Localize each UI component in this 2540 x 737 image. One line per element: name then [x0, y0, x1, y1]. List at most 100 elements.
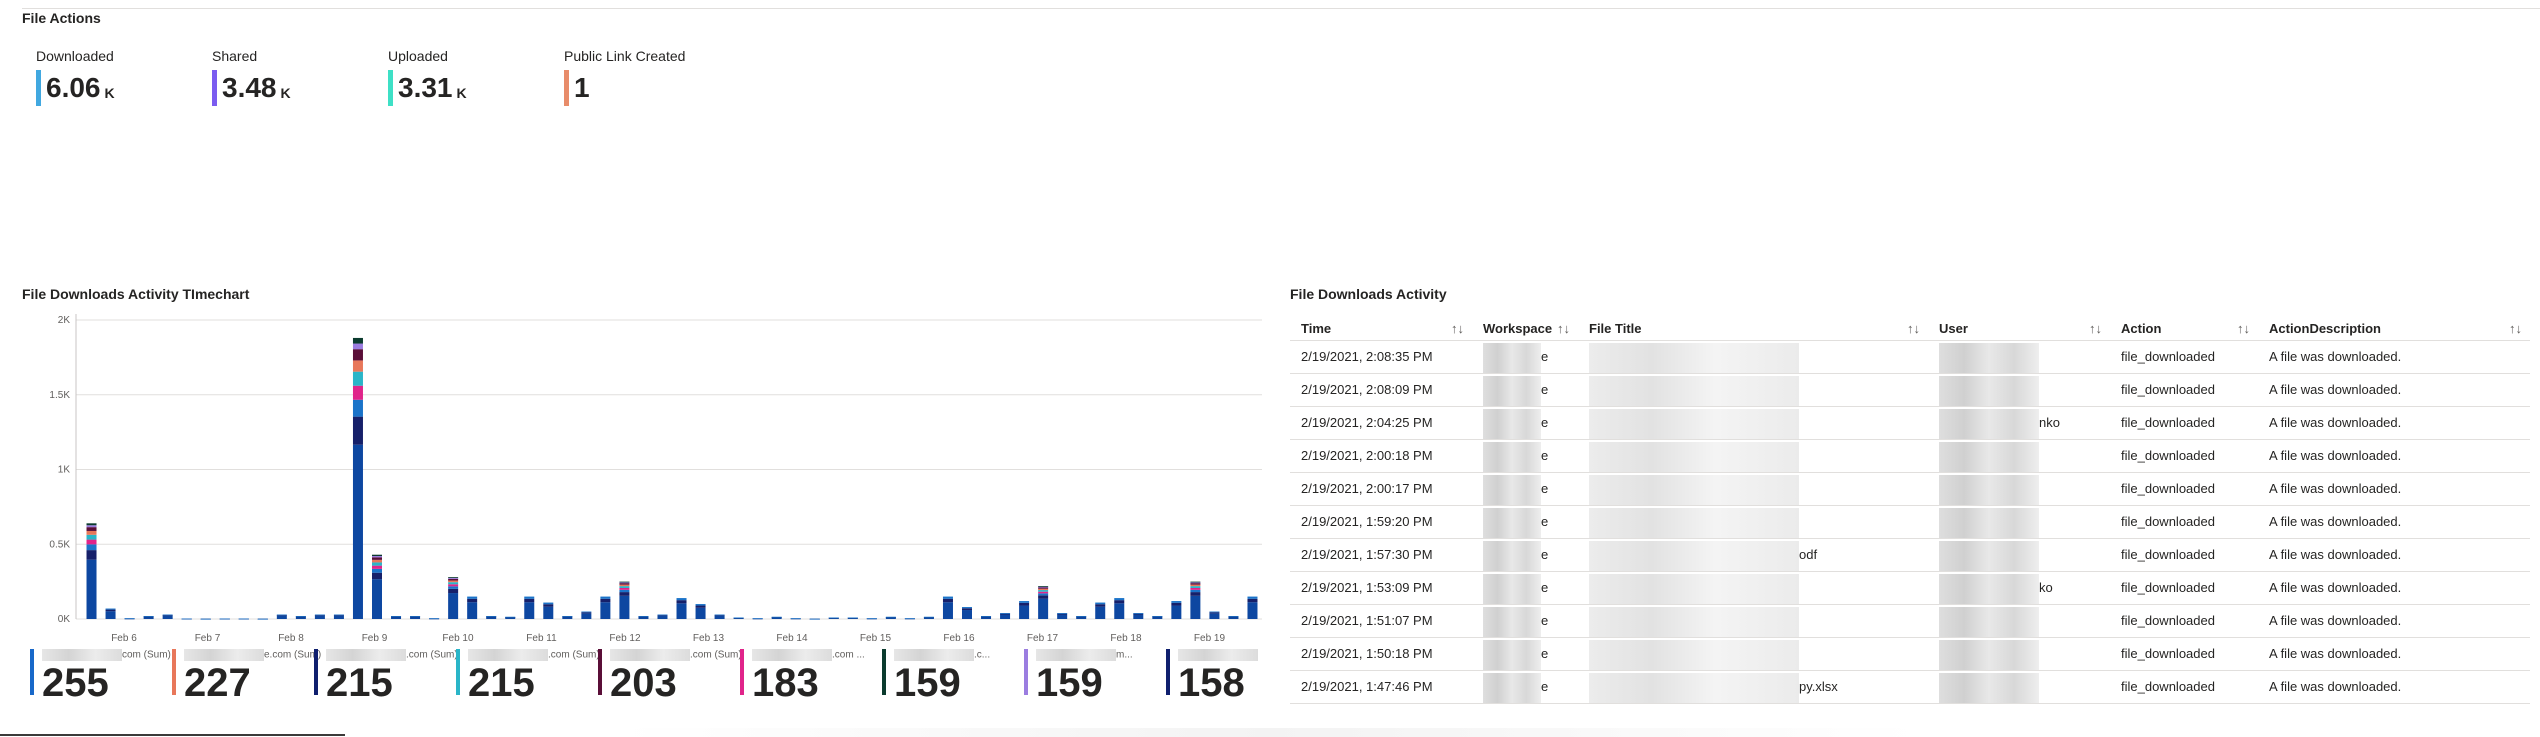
- bar-segment: [181, 618, 192, 620]
- column-header-label: Action: [2121, 320, 2162, 336]
- bar-segment: [619, 595, 630, 619]
- workspace-visible-text: e: [1541, 580, 1549, 595]
- bar-segment: [448, 586, 459, 589]
- bar-segment: [448, 582, 459, 585]
- bar-segment: [86, 550, 97, 560]
- table-row[interactable]: 2/19/2021, 2:00:18 PM e file_downloaded A f…: [1290, 440, 2530, 473]
- sort-icon[interactable]: ↑↓: [2089, 321, 2102, 336]
- sort-icon[interactable]: ↑↓: [2237, 321, 2250, 336]
- column-header[interactable]: Time ↑↓: [1290, 321, 1472, 336]
- table-row[interactable]: 2/19/2021, 1:47:46 PM e py.xlsx file_downlo…: [1290, 671, 2530, 704]
- sort-icon[interactable]: ↑↓: [1557, 321, 1570, 336]
- legend-item[interactable]: 158: [1158, 645, 1262, 705]
- bar-segment: [1057, 613, 1068, 614]
- bar-segment: [619, 582, 630, 584]
- bar-segment: [333, 614, 344, 616]
- bar-segment: [1190, 592, 1201, 596]
- kpi-card: Uploaded 3.31 K: [388, 48, 467, 106]
- redaction-mask: [1589, 474, 1799, 505]
- table-row[interactable]: 2/19/2021, 2:08:09 PM e file_downloaded A f…: [1290, 374, 2530, 407]
- sort-icon[interactable]: ↑↓: [1451, 321, 1464, 336]
- bar-segment: [162, 614, 173, 616]
- legend-item[interactable]: .c... 159: [874, 645, 1014, 705]
- bar-segment: [619, 589, 630, 593]
- kpi-unit: K: [456, 85, 467, 101]
- table-row[interactable]: 2/19/2021, 1:50:18 PM e file_downloaded A f…: [1290, 638, 2530, 671]
- legend-color-bar: [740, 649, 744, 695]
- cell-action: file_downloaded: [2121, 448, 2215, 463]
- table-row[interactable]: 2/19/2021, 1:57:30 PM e odf file_downloaded…: [1290, 539, 2530, 572]
- column-header[interactable]: File Title ↑↓: [1578, 321, 1928, 336]
- sort-icon[interactable]: ↑↓: [2509, 321, 2522, 336]
- x-tick-label: Feb 9: [362, 633, 388, 644]
- bar-segment: [619, 581, 630, 583]
- workspace-visible-text: e: [1541, 448, 1549, 463]
- bar-segment: [600, 596, 611, 599]
- redaction-mask: [1589, 672, 1799, 703]
- bar-segment: [962, 608, 972, 611]
- legend-item[interactable]: .com ... 183: [732, 645, 872, 705]
- timechart-legend: com (Sum) 255 e.com (Sum) 227 .com (Sum) 215.…: [22, 645, 1262, 705]
- bar-segment: [276, 615, 287, 619]
- sort-icon[interactable]: ↑↓: [1907, 321, 1920, 336]
- x-tick-label: Feb 16: [943, 633, 975, 644]
- bar-segment: [448, 578, 459, 581]
- cell-action-description: A file was downloaded.: [2269, 613, 2402, 628]
- bar-segment: [619, 584, 630, 587]
- cell-action-description: A file was downloaded.: [2269, 481, 2402, 496]
- bar-segment: [1038, 591, 1049, 594]
- workspace-visible-text: e: [1541, 679, 1549, 694]
- column-header[interactable]: Action ↑↓: [2110, 321, 2258, 336]
- redaction-mask: [1483, 375, 1541, 406]
- cell-file-title: [1578, 473, 1928, 505]
- cell-user: [1928, 638, 2110, 670]
- bar-segment: [105, 611, 116, 619]
- bar-segment: [86, 559, 97, 619]
- cell-action: file_downloaded: [2121, 382, 2215, 397]
- table-row[interactable]: 2/19/2021, 2:08:35 PM e file_downloaded A f…: [1290, 341, 2530, 374]
- bar-segment: [467, 602, 478, 619]
- table-row[interactable]: 2/19/2021, 1:53:09 PM e ko file_downloaded A…: [1290, 572, 2530, 605]
- bar-segment: [352, 360, 363, 372]
- cell-action: file_downloaded: [2121, 613, 2215, 628]
- bar-segment: [1019, 605, 1030, 619]
- legend-item[interactable]: m... 159: [1016, 645, 1156, 705]
- table-row[interactable]: 2/19/2021, 2:00:17 PM e file_downloaded A f…: [1290, 473, 2530, 506]
- bar-segment: [1133, 613, 1144, 614]
- column-header[interactable]: User ↑↓: [1928, 321, 2110, 336]
- table-row[interactable]: 2/19/2021, 2:04:25 PM e nko file_downloaded…: [1290, 407, 2530, 440]
- table-row[interactable]: 2/19/2021, 1:59:20 PM e file_downloaded A f…: [1290, 506, 2530, 539]
- redaction-mask: [1589, 408, 1799, 439]
- bar-segment: [105, 609, 116, 612]
- cell-user: [1928, 341, 2110, 373]
- redaction-mask: [1483, 606, 1541, 637]
- legend-series-name: .com (Sum): [610, 649, 742, 661]
- table-row[interactable]: 2/19/2021, 1:51:07 PM e file_downloaded A f…: [1290, 605, 2530, 638]
- timechart-plot[interactable]: 0K 0.5K 1K 1.5K 2K Feb 6 Feb 7 Feb 8 Feb 9 Feb 10…: [22, 306, 1262, 646]
- cell-file-title: [1578, 374, 1928, 406]
- column-header[interactable]: Workspace ↑↓: [1472, 321, 1578, 336]
- downloads-table: Time ↑↓ Workspace ↑↓ File Title ↑↓ User ↑↓ Actio…: [1290, 316, 2530, 704]
- bar-segment: [105, 608, 116, 610]
- legend-item[interactable]: com (Sum) 255: [22, 645, 171, 705]
- bar-segment: [695, 605, 706, 608]
- cell-time: 2/19/2021, 2:08:09 PM: [1301, 382, 1433, 397]
- bar-segment: [238, 618, 249, 620]
- legend-item[interactable]: e.com (Sum) 227: [164, 645, 321, 705]
- legend-item[interactable]: .com (Sum) 215: [448, 645, 600, 705]
- timechart-title: File Downloads Activity TImechart: [22, 286, 250, 302]
- bar-segment: [372, 572, 382, 580]
- column-header[interactable]: ActionDescription ↑↓: [2258, 321, 2530, 336]
- legend-item[interactable]: .com (Sum) 203: [590, 645, 742, 705]
- cell-file-title: odf: [1578, 539, 1928, 571]
- legend-item[interactable]: .com (Sum) 215: [306, 645, 458, 705]
- cell-workspace: e: [1472, 341, 1578, 373]
- legend-value: 215: [468, 661, 535, 705]
- bar-segment: [676, 600, 687, 604]
- user-visible-text: ko: [2039, 580, 2053, 595]
- y-tick-label: 0K: [58, 614, 71, 625]
- x-tick-label: Feb 11: [526, 633, 557, 644]
- redaction-mask: [1483, 441, 1541, 472]
- workspace-visible-text: e: [1541, 481, 1549, 496]
- bar-segment: [543, 602, 554, 605]
